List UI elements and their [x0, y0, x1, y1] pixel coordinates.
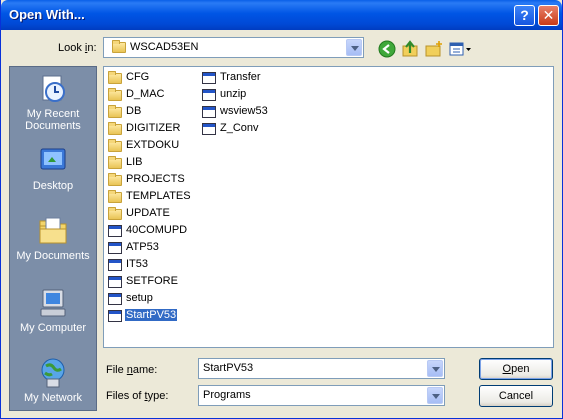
place-my-computer[interactable]: My Computer — [10, 287, 96, 334]
item-name: Transfer — [220, 71, 261, 83]
files-of-type-select[interactable]: Programs — [198, 385, 445, 406]
folder-icon — [108, 88, 122, 101]
folder-icon — [108, 190, 122, 203]
application-icon — [108, 276, 122, 288]
places-bar: My Recent Documents Desktop My Documents … — [9, 66, 97, 411]
folder-icon — [108, 139, 122, 152]
item-name: 40COMUPD — [126, 224, 188, 236]
item-name: LIB — [126, 156, 143, 168]
file-name-input[interactable]: StartPV53 — [198, 358, 445, 379]
application-icon — [108, 310, 122, 322]
item-name: IT53 — [126, 258, 149, 270]
folder-icon — [108, 173, 122, 186]
application-icon — [202, 123, 216, 135]
cancel-button[interactable]: Cancel — [479, 385, 553, 407]
open-with-dialog: Open With... ? ✕ Look in: WSCAD53EN My R… — [0, 0, 563, 419]
item-name: PROJECTS — [126, 173, 185, 185]
item-name: CFG — [126, 71, 150, 83]
my-documents-icon — [37, 215, 69, 247]
file-name-value[interactable]: StartPV53 — [203, 362, 253, 374]
chevron-down-icon[interactable] — [427, 387, 443, 404]
folder-icon — [108, 105, 122, 118]
look-in-dropdown[interactable]: WSCAD53EN — [103, 37, 364, 58]
views-menu-icon[interactable] — [449, 40, 473, 58]
file-list[interactable]: CFG D_MAC DB DIGITIZER EXTDOKU LIB PROJECTS TEM… — [103, 66, 554, 348]
item-name: wsview53 — [220, 105, 268, 117]
file-name-label: File name: — [106, 364, 158, 376]
chevron-down-icon[interactable] — [427, 360, 443, 377]
place-my-documents[interactable]: My Documents — [10, 215, 96, 262]
files-of-type-label: Files of type: — [106, 390, 169, 402]
title-bar: Open With... ? ✕ — [1, 0, 562, 30]
item-name: unzip — [220, 88, 247, 100]
place-my-recent-documents[interactable]: My Recent Documents — [10, 73, 96, 132]
item-name: DB — [126, 105, 142, 117]
item-name: DIGITIZER — [126, 122, 181, 134]
item-name: StartPV53 — [125, 309, 178, 321]
application-icon — [202, 106, 216, 118]
application-icon — [108, 259, 122, 271]
close-button[interactable]: ✕ — [538, 5, 559, 26]
item-name: ATP53 — [126, 241, 159, 253]
item-name: Z_Conv — [220, 122, 259, 134]
application-icon — [108, 242, 122, 254]
recent-documents-icon — [37, 73, 69, 105]
my-computer-icon — [37, 287, 69, 319]
chevron-down-icon[interactable] — [346, 39, 362, 56]
application-icon — [202, 89, 216, 101]
back-icon[interactable] — [378, 40, 396, 58]
files-of-type-value: Programs — [203, 389, 251, 401]
folder-icon — [108, 156, 122, 169]
item-name: setup — [126, 292, 153, 304]
item-name: D_MAC — [126, 88, 165, 100]
up-folder-icon[interactable] — [401, 40, 419, 58]
item-name: UPDATE — [126, 207, 170, 219]
place-desktop[interactable]: Desktop — [10, 145, 96, 192]
look-in-value: WSCAD53EN — [130, 41, 199, 53]
dialog-title: Open With... — [9, 7, 85, 22]
help-button[interactable]: ? — [514, 5, 535, 26]
application-icon — [108, 293, 122, 305]
application-icon — [202, 72, 216, 84]
my-network-icon — [37, 357, 69, 389]
look-in-label: Look in: — [58, 42, 97, 54]
open-button[interactable]: Open — [479, 358, 553, 380]
folder-icon — [108, 207, 122, 220]
desktop-icon — [37, 145, 69, 177]
new-folder-icon[interactable] — [425, 40, 443, 58]
application-icon — [108, 225, 122, 237]
item-name: SETFORE — [126, 275, 178, 287]
item-name: TEMPLATES — [126, 190, 191, 202]
folder-icon — [112, 40, 126, 53]
place-my-network[interactable]: My Network — [10, 357, 96, 404]
item-name: EXTDOKU — [126, 139, 180, 151]
folder-icon — [108, 122, 122, 135]
folder-icon — [108, 71, 122, 84]
